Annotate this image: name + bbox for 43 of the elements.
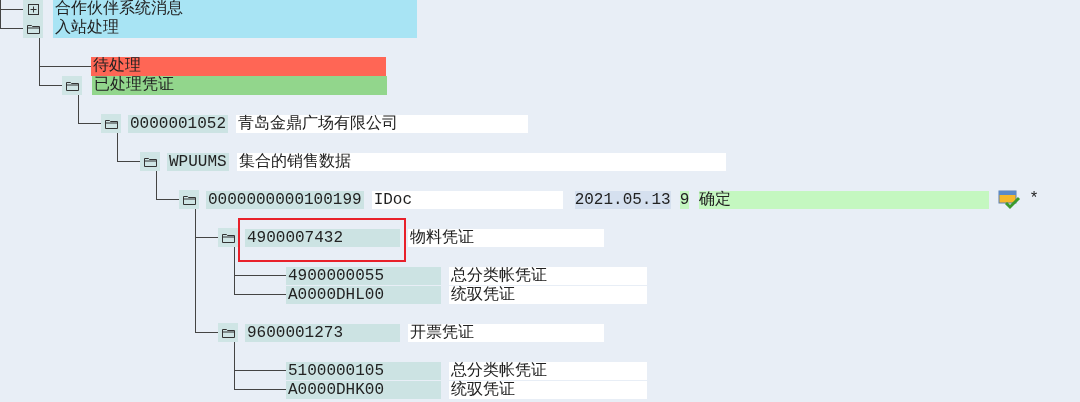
document-type: 统驭凭证 — [449, 380, 647, 399]
folder-icon — [65, 80, 79, 91]
document-number[interactable]: 5100000105 — [286, 361, 441, 380]
document-number[interactable]: A0000DHL00 — [286, 285, 441, 304]
document-number[interactable]: 4900000055 — [286, 266, 441, 285]
folder-icon — [221, 327, 235, 338]
document-check-icon[interactable] — [998, 189, 1023, 210]
tree-node-label[interactable]: 入站处理 — [53, 19, 417, 38]
tree-node-toggle[interactable] — [179, 190, 199, 209]
object-key[interactable]: 0000001052 — [128, 114, 228, 133]
object-description: IDoc — [371, 190, 563, 209]
document-type: 总分类帐凭证 — [449, 266, 647, 285]
status-code: 9 — [679, 190, 690, 209]
flag-mark: * — [1029, 190, 1039, 209]
idoc-date: 2021.05.13 — [574, 190, 671, 209]
document-type: 总分类帐凭证 — [449, 361, 647, 380]
folder-icon — [182, 194, 196, 205]
document-number[interactable]: 9600001273 — [245, 323, 400, 342]
folder-icon — [104, 118, 118, 129]
tree-node-label[interactable]: 已处理凭证 — [92, 76, 387, 95]
object-description: 集合的销售数据 — [236, 152, 726, 171]
tree-node-toggle[interactable] — [101, 114, 121, 133]
object-key[interactable]: WPUUMS — [167, 152, 229, 171]
tree-node-toggle[interactable] — [218, 228, 238, 247]
tree-node-toggle[interactable] — [23, 19, 43, 38]
folder-icon — [26, 23, 40, 34]
document-type: 开票凭证 — [408, 323, 604, 342]
document-type: 物料凭证 — [408, 228, 604, 247]
tree-node-label[interactable]: 待处理 — [91, 57, 386, 76]
status-text: 确定 — [699, 190, 990, 209]
document-type: 统驭凭证 — [449, 285, 647, 304]
folder-icon — [221, 232, 235, 243]
document-number[interactable]: A0000DHK00 — [286, 380, 441, 399]
document-number[interactable]: 4900007432 — [245, 228, 400, 247]
tree-node-label[interactable]: 合作伙伴系统消息 — [53, 0, 417, 19]
folder-icon — [143, 156, 157, 167]
object-description: 青岛金鼎广场有限公司 — [236, 114, 528, 133]
tree-node-toggle[interactable] — [62, 76, 82, 95]
tree-node-toggle[interactable] — [140, 152, 160, 171]
expand-icon — [27, 4, 39, 15]
tree-node-toggle[interactable] — [23, 0, 43, 19]
tree-node-toggle[interactable] — [218, 323, 238, 342]
idoc-number[interactable]: 0000000000100199 — [206, 190, 364, 209]
